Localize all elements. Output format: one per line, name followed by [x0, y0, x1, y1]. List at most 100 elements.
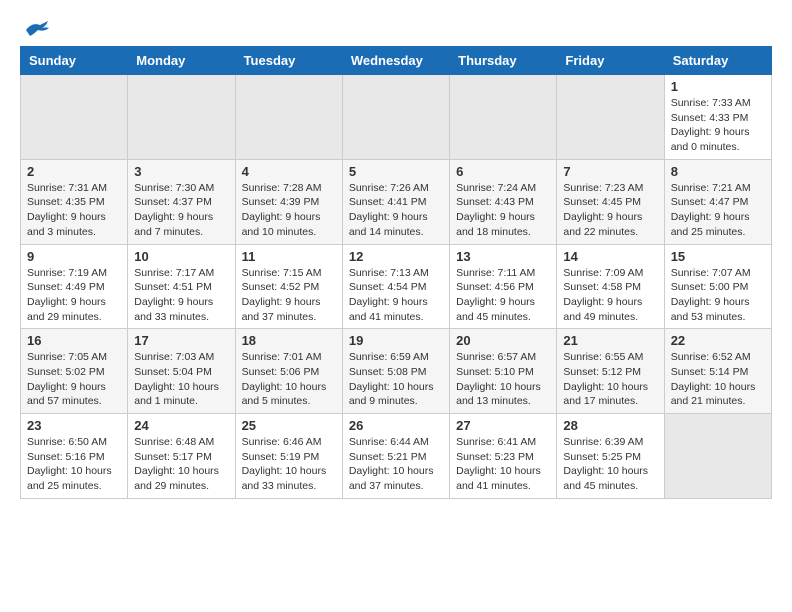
day-info: Sunrise: 7:24 AM Sunset: 4:43 PM Dayligh…: [456, 181, 550, 240]
calendar-week-row: 9 Sunrise: 7:19 AM Sunset: 4:49 PM Daylig…: [21, 244, 772, 329]
header: [20, 20, 772, 36]
calendar-cell: 4 Sunrise: 7:28 AM Sunset: 4:39 PM Daylig…: [235, 159, 342, 244]
col-wednesday: Wednesday: [342, 47, 449, 75]
calendar-cell: 6 Sunrise: 7:24 AM Sunset: 4:43 PM Daylig…: [450, 159, 557, 244]
calendar-header-row: Sunday Monday Tuesday Wednesday Thursday…: [21, 47, 772, 75]
calendar-cell: 18 Sunrise: 7:01 AM Sunset: 5:06 PM Dayli…: [235, 329, 342, 414]
day-info: Sunrise: 6:59 AM Sunset: 5:08 PM Dayligh…: [349, 350, 443, 409]
day-info: Sunrise: 7:13 AM Sunset: 4:54 PM Dayligh…: [349, 266, 443, 325]
day-number: 2: [27, 164, 121, 179]
day-number: 23: [27, 418, 121, 433]
day-number: 16: [27, 333, 121, 348]
day-number: 19: [349, 333, 443, 348]
col-monday: Monday: [128, 47, 235, 75]
day-number: 12: [349, 249, 443, 264]
calendar-cell: 14 Sunrise: 7:09 AM Sunset: 4:58 PM Dayli…: [557, 244, 664, 329]
logo-bird-icon: [22, 20, 50, 40]
calendar-cell: [342, 75, 449, 160]
day-info: Sunrise: 7:15 AM Sunset: 4:52 PM Dayligh…: [242, 266, 336, 325]
day-number: 28: [563, 418, 657, 433]
day-number: 24: [134, 418, 228, 433]
calendar-cell: 3 Sunrise: 7:30 AM Sunset: 4:37 PM Daylig…: [128, 159, 235, 244]
calendar-cell: 26Sunrise: 6:44 AM Sunset: 5:21 PM Dayli…: [342, 414, 449, 499]
day-number: 17: [134, 333, 228, 348]
calendar-cell: 2 Sunrise: 7:31 AM Sunset: 4:35 PM Daylig…: [21, 159, 128, 244]
day-number: 4: [242, 164, 336, 179]
day-number: 18: [242, 333, 336, 348]
day-info: Sunrise: 7:28 AM Sunset: 4:39 PM Dayligh…: [242, 181, 336, 240]
calendar-cell: 17 Sunrise: 7:03 AM Sunset: 5:04 PM Dayli…: [128, 329, 235, 414]
day-number: 8: [671, 164, 765, 179]
day-number: 25: [242, 418, 336, 433]
calendar-week-row: 2 Sunrise: 7:31 AM Sunset: 4:35 PM Daylig…: [21, 159, 772, 244]
day-number: 3: [134, 164, 228, 179]
calendar-cell: 16 Sunrise: 7:05 AM Sunset: 5:02 PM Dayli…: [21, 329, 128, 414]
calendar-cell: 11 Sunrise: 7:15 AM Sunset: 4:52 PM Dayli…: [235, 244, 342, 329]
day-info: Sunrise: 7:01 AM Sunset: 5:06 PM Dayligh…: [242, 350, 336, 409]
day-number: 9: [27, 249, 121, 264]
col-thursday: Thursday: [450, 47, 557, 75]
day-number: 13: [456, 249, 550, 264]
calendar-cell: 5 Sunrise: 7:26 AM Sunset: 4:41 PM Daylig…: [342, 159, 449, 244]
calendar-cell: 1 Sunrise: 7:33 AM Sunset: 4:33 PM Daylig…: [664, 75, 771, 160]
day-number: 27: [456, 418, 550, 433]
calendar-cell: 10Sunrise: 7:17 AM Sunset: 4:51 PM Dayli…: [128, 244, 235, 329]
calendar-cell: 24 Sunrise: 6:48 AM Sunset: 5:17 PM Dayli…: [128, 414, 235, 499]
col-sunday: Sunday: [21, 47, 128, 75]
day-info: Sunrise: 7:26 AM Sunset: 4:41 PM Dayligh…: [349, 181, 443, 240]
calendar-cell: 25 Sunrise: 6:46 AM Sunset: 5:19 PM Dayli…: [235, 414, 342, 499]
calendar-cell: 9 Sunrise: 7:19 AM Sunset: 4:49 PM Daylig…: [21, 244, 128, 329]
day-info: Sunrise: 7:03 AM Sunset: 5:04 PM Dayligh…: [134, 350, 228, 409]
day-info: Sunrise: 7:21 AM Sunset: 4:47 PM Dayligh…: [671, 181, 765, 240]
day-info: Sunrise: 7:23 AM Sunset: 4:45 PM Dayligh…: [563, 181, 657, 240]
calendar-week-row: 16 Sunrise: 7:05 AM Sunset: 5:02 PM Dayli…: [21, 329, 772, 414]
calendar-cell: 23 Sunrise: 6:50 AM Sunset: 5:16 PM Dayli…: [21, 414, 128, 499]
day-number: 5: [349, 164, 443, 179]
day-info: Sunrise: 6:48 AM Sunset: 5:17 PM Dayligh…: [134, 435, 228, 494]
day-info: Sunrise: 7:05 AM Sunset: 5:02 PM Dayligh…: [27, 350, 121, 409]
calendar-cell: 28 Sunrise: 6:39 AM Sunset: 5:25 PM Dayli…: [557, 414, 664, 499]
calendar-week-row: 1 Sunrise: 7:33 AM Sunset: 4:33 PM Daylig…: [21, 75, 772, 160]
day-number: 1: [671, 79, 765, 94]
calendar-cell: 12 Sunrise: 7:13 AM Sunset: 4:54 PM Dayli…: [342, 244, 449, 329]
calendar-cell: 19 Sunrise: 6:59 AM Sunset: 5:08 PM Dayli…: [342, 329, 449, 414]
calendar-cell: 21Sunrise: 6:55 AM Sunset: 5:12 PM Dayli…: [557, 329, 664, 414]
day-number: 14: [563, 249, 657, 264]
col-friday: Friday: [557, 47, 664, 75]
calendar-cell: [21, 75, 128, 160]
calendar-cell: 7 Sunrise: 7:23 AM Sunset: 4:45 PM Daylig…: [557, 159, 664, 244]
day-info: Sunrise: 7:19 AM Sunset: 4:49 PM Dayligh…: [27, 266, 121, 325]
day-info: Sunrise: 7:33 AM Sunset: 4:33 PM Dayligh…: [671, 96, 765, 155]
day-info: Sunrise: 6:46 AM Sunset: 5:19 PM Dayligh…: [242, 435, 336, 494]
day-number: 10: [134, 249, 228, 264]
day-info: Sunrise: 7:09 AM Sunset: 4:58 PM Dayligh…: [563, 266, 657, 325]
col-saturday: Saturday: [664, 47, 771, 75]
calendar-cell: 27 Sunrise: 6:41 AM Sunset: 5:23 PM Dayli…: [450, 414, 557, 499]
day-info: Sunrise: 7:07 AM Sunset: 5:00 PM Dayligh…: [671, 266, 765, 325]
day-number: 15: [671, 249, 765, 264]
day-info: Sunrise: 6:44 AM Sunset: 5:21 PM Dayligh…: [349, 435, 443, 494]
calendar-cell: [664, 414, 771, 499]
calendar-week-row: 23 Sunrise: 6:50 AM Sunset: 5:16 PM Dayli…: [21, 414, 772, 499]
day-info: Sunrise: 6:52 AM Sunset: 5:14 PM Dayligh…: [671, 350, 765, 409]
calendar-cell: [450, 75, 557, 160]
day-info: Sunrise: 6:55 AM Sunset: 5:12 PM Dayligh…: [563, 350, 657, 409]
day-number: 20: [456, 333, 550, 348]
calendar-table: Sunday Monday Tuesday Wednesday Thursday…: [20, 46, 772, 499]
day-info: Sunrise: 7:31 AM Sunset: 4:35 PM Dayligh…: [27, 181, 121, 240]
calendar-cell: 22 Sunrise: 6:52 AM Sunset: 5:14 PM Dayli…: [664, 329, 771, 414]
calendar-cell: 13Sunrise: 7:11 AM Sunset: 4:56 PM Dayli…: [450, 244, 557, 329]
calendar-cell: [128, 75, 235, 160]
day-info: Sunrise: 7:30 AM Sunset: 4:37 PM Dayligh…: [134, 181, 228, 240]
calendar-cell: [235, 75, 342, 160]
day-info: Sunrise: 6:41 AM Sunset: 5:23 PM Dayligh…: [456, 435, 550, 494]
day-number: 22: [671, 333, 765, 348]
logo: [20, 20, 50, 36]
day-info: Sunrise: 6:39 AM Sunset: 5:25 PM Dayligh…: [563, 435, 657, 494]
day-number: 6: [456, 164, 550, 179]
day-info: Sunrise: 6:50 AM Sunset: 5:16 PM Dayligh…: [27, 435, 121, 494]
day-number: 7: [563, 164, 657, 179]
day-number: 11: [242, 249, 336, 264]
calendar-cell: [557, 75, 664, 160]
calendar-cell: 20Sunrise: 6:57 AM Sunset: 5:10 PM Dayli…: [450, 329, 557, 414]
